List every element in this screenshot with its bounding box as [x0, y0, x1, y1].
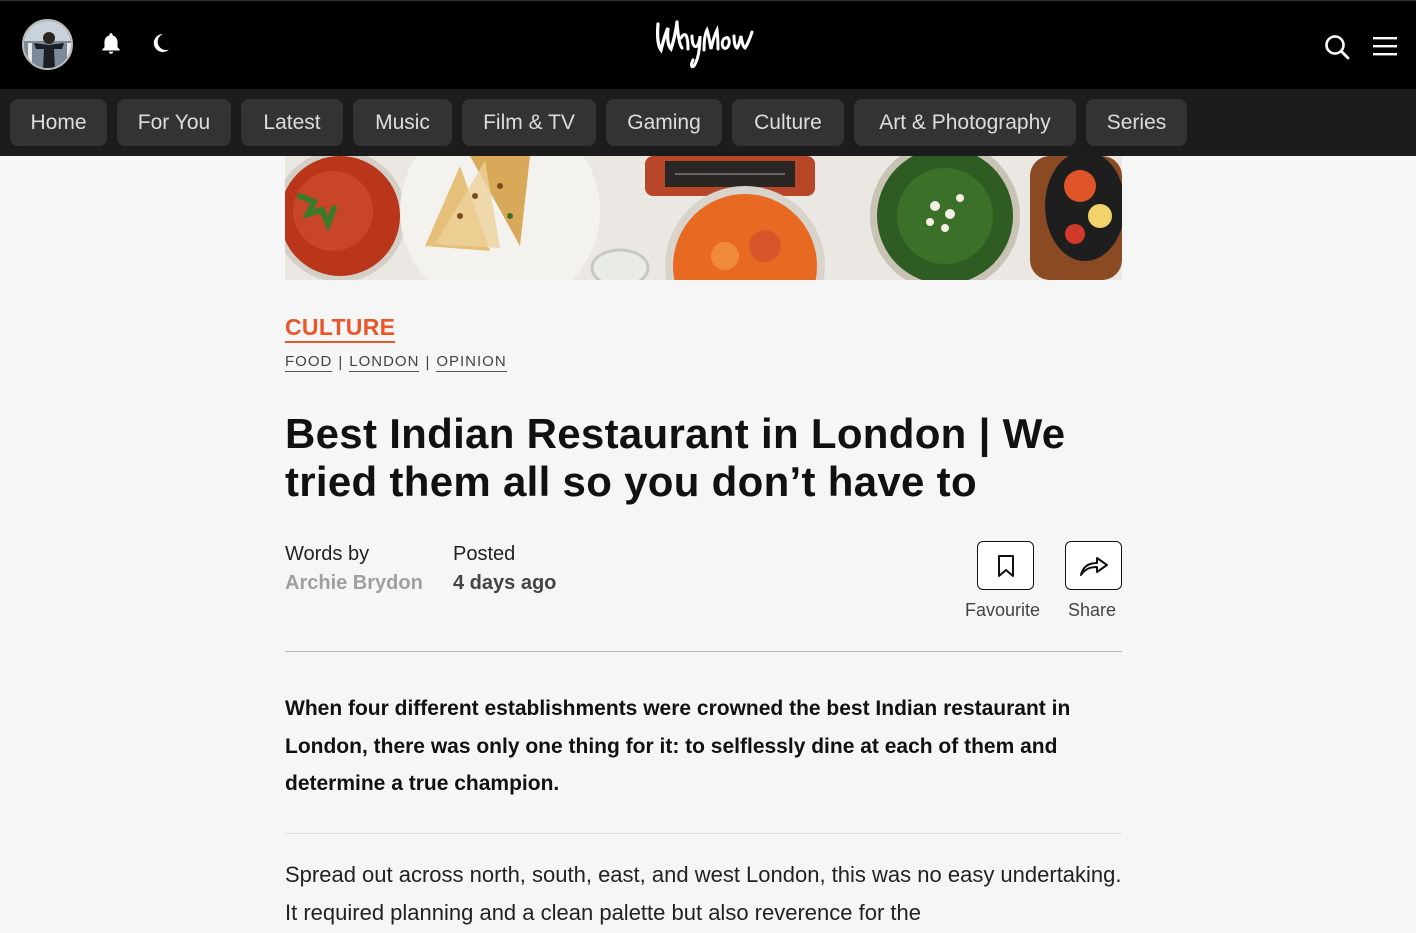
nav-series[interactable]: Series [1086, 99, 1187, 146]
tag-list: FOOD | LONDON | OPINION [285, 353, 507, 372]
tag-separator: | [425, 354, 431, 371]
top-bar [0, 0, 1416, 89]
logo[interactable] [652, 16, 756, 72]
bell-icon[interactable] [98, 31, 124, 57]
bookmark-icon [997, 554, 1014, 577]
nav-gaming[interactable]: Gaming [606, 99, 722, 146]
nav-home[interactable]: Home [10, 99, 107, 146]
posted-value: 4 days ago [453, 572, 557, 594]
words-by-label: Words by [285, 543, 370, 565]
nav-music[interactable]: Music [353, 99, 452, 146]
favourite-button[interactable] [977, 541, 1034, 590]
article-lead: When four different establishments were … [285, 697, 1071, 795]
favourite-label: Favourite [965, 600, 1041, 620]
category-link[interactable]: CULTURE [285, 314, 396, 343]
nav-latest[interactable]: Latest [241, 99, 343, 146]
search-icon[interactable] [1323, 33, 1351, 61]
share-icon [1079, 556, 1108, 576]
nav-art-photography[interactable]: Art & Photography [854, 99, 1076, 146]
divider [285, 651, 1122, 652]
article-title: Best Indian Restaurant in London | We tr… [285, 410, 1066, 505]
article-body: Spread out across north, south, east, an… [285, 862, 1122, 925]
tag-food[interactable]: FOOD [285, 353, 333, 372]
tag-london[interactable]: LONDON [349, 353, 420, 372]
divider [285, 833, 1122, 834]
share-button[interactable] [1065, 541, 1122, 590]
share-label: Share [1068, 600, 1117, 620]
nav-culture[interactable]: Culture [732, 99, 844, 146]
tag-opinion[interactable]: OPINION [436, 353, 507, 372]
category-nav: Home For You Latest Music Film & TV Gami… [0, 89, 1416, 156]
avatar[interactable] [22, 19, 73, 70]
tag-separator: | [338, 354, 344, 371]
posted-label: Posted [453, 543, 516, 565]
menu-icon[interactable] [1372, 35, 1398, 57]
nav-film-tv[interactable]: Film & TV [462, 99, 596, 146]
hero-image [285, 156, 1122, 280]
author-link[interactable]: Archie Brydon [285, 572, 423, 595]
nav-for-you[interactable]: For You [117, 99, 231, 146]
moon-icon[interactable] [148, 31, 172, 55]
